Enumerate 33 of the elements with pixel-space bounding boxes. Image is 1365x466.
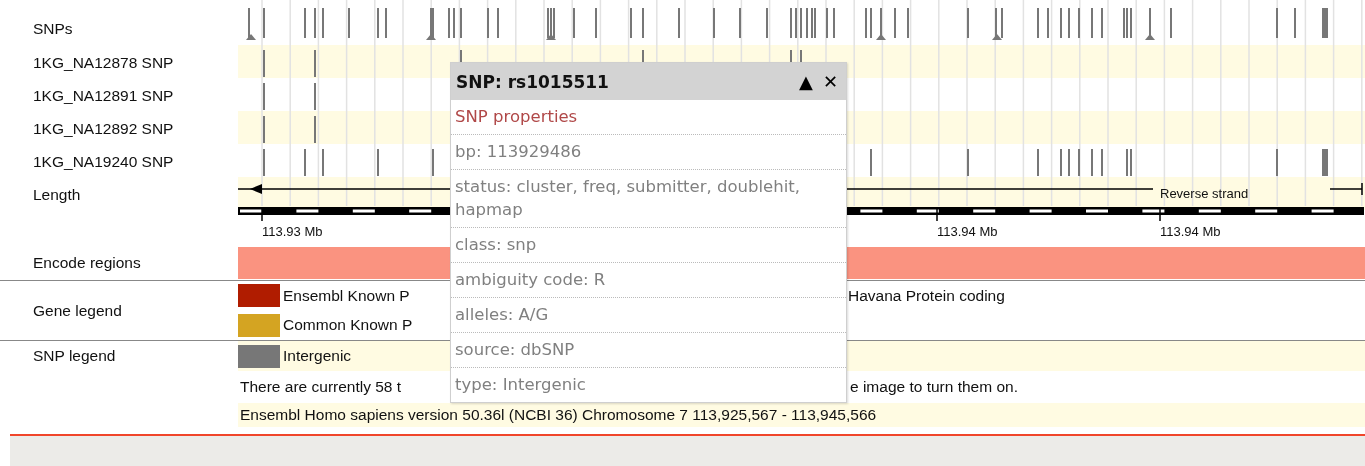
- property-text: type: Intergenic: [454, 374, 587, 396]
- property-text: alleles: A/G: [451, 298, 846, 333]
- collapse-button[interactable]: ▲: [799, 71, 813, 92]
- track-label: SNP legend: [32, 346, 117, 366]
- scale-label: 113.93 Mb: [262, 224, 323, 240]
- popup-title: SNP: rs1015511: [456, 71, 609, 92]
- scale-label: 113.94 Mb: [1160, 224, 1221, 240]
- genotype-ticks-drawing: [263, 83, 316, 110]
- genotype-ticks-drawing: [263, 116, 316, 143]
- track-label: 1KG_NA12892 SNP: [33, 119, 175, 139]
- track-label: Gene legend: [32, 301, 123, 321]
- track-label: Encode regions: [32, 254, 142, 272]
- popup-heading: SNP properties: [451, 100, 846, 135]
- track-label: 1KG_NA12891 SNP: [33, 86, 175, 106]
- notice-text: There are currently 58 t: [240, 378, 402, 396]
- footer-text: Ensembl Homo sapiens version 50.36l (NCBI 36) Chromosome 7 113,925,567 - 113,945,566: [240, 406, 877, 423]
- property-text: class: snp: [451, 228, 846, 263]
- legend-text: Common Known P: [283, 316, 413, 335]
- track-label: SNPs: [33, 19, 74, 39]
- property-text: status: cluster, freq, submitter, doublehit, hapmap: [451, 170, 846, 228]
- legend-text: Intergenic: [283, 347, 352, 365]
- legend-text: Ensembl Known P: [283, 286, 410, 305]
- track-label: 1KG_NA12878 SNP: [33, 53, 175, 73]
- scale-label: 113.94 Mb: [937, 224, 998, 240]
- property-text: source: dbSNP: [451, 333, 846, 368]
- track-label: Length: [33, 185, 82, 205]
- strand-label: Reverse strand: [1160, 186, 1249, 201]
- legend-text: Havana Protein coding: [848, 286, 1005, 304]
- property-text: ambiguity code: R: [451, 263, 846, 298]
- track-label: 1KG_NA19240 SNP: [33, 152, 175, 172]
- close-button[interactable]: ✕: [822, 71, 838, 92]
- property-text: bp: 113929486: [451, 135, 846, 170]
- notice-text: e image to turn them on.: [850, 378, 1018, 395]
